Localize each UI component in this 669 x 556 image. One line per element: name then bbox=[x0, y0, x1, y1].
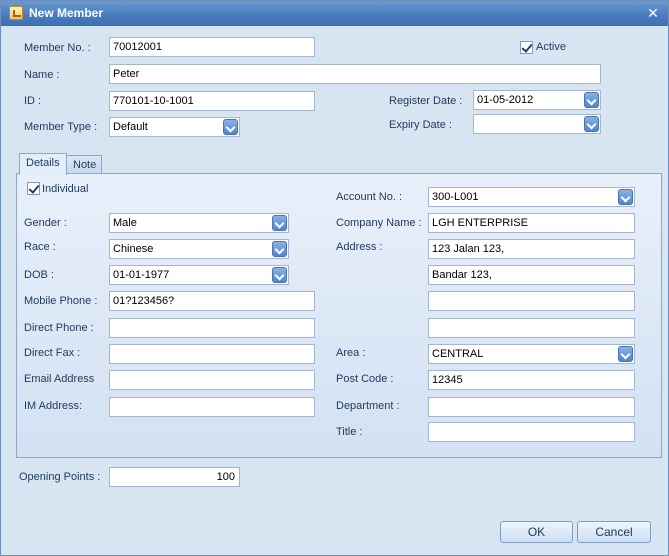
member-type-select[interactable]: Default bbox=[109, 117, 240, 137]
register-date-value: 01-05-2012 bbox=[477, 94, 534, 106]
post-code-input[interactable]: 12345 bbox=[428, 370, 635, 390]
area-select[interactable]: CENTRAL bbox=[428, 344, 635, 364]
cancel-button[interactable]: Cancel bbox=[577, 521, 651, 543]
department-input[interactable] bbox=[428, 397, 635, 417]
im-address-label: IM Address: bbox=[24, 400, 83, 412]
chevron-down-icon[interactable] bbox=[618, 346, 633, 362]
title-label: Title : bbox=[336, 426, 363, 438]
mobile-phone-input[interactable]: 01?123456? bbox=[109, 291, 315, 311]
race-select[interactable]: Chinese bbox=[109, 239, 289, 259]
address-line-1-input[interactable]: 123 Jalan 123, bbox=[428, 239, 635, 259]
area-value: CENTRAL bbox=[432, 348, 484, 360]
title-bar[interactable]: New Member ✕ bbox=[1, 1, 668, 26]
opening-points-input[interactable]: 100 bbox=[109, 467, 240, 487]
gender-label: Gender : bbox=[24, 217, 67, 229]
direct-fax-label: Direct Fax : bbox=[24, 347, 81, 359]
name-input[interactable]: Peter bbox=[109, 64, 601, 84]
direct-fax-input[interactable] bbox=[109, 344, 315, 364]
register-date-label: Register Date : bbox=[389, 95, 463, 107]
company-name-input[interactable]: LGH ENTERPRISE bbox=[428, 213, 635, 233]
ok-button[interactable]: OK bbox=[500, 521, 573, 543]
mobile-phone-label: Mobile Phone : bbox=[24, 295, 98, 307]
active-label: Active bbox=[536, 41, 566, 53]
race-label: Race : bbox=[24, 241, 56, 253]
address-line-2-input[interactable]: Bandar 123, bbox=[428, 265, 635, 285]
account-no-value: 300-L001 bbox=[432, 191, 479, 203]
close-icon[interactable]: ✕ bbox=[644, 4, 662, 22]
chevron-down-icon[interactable] bbox=[223, 119, 238, 135]
id-input[interactable]: 770101-10-1001 bbox=[109, 91, 315, 111]
new-member-window-icon bbox=[9, 6, 23, 20]
chevron-down-icon[interactable] bbox=[272, 215, 287, 231]
member-no-label: Member No. : bbox=[24, 42, 91, 54]
chevron-down-icon[interactable] bbox=[618, 189, 633, 205]
email-address-label: Email Address bbox=[24, 373, 95, 385]
title-input[interactable] bbox=[428, 422, 635, 442]
member-type-value: Default bbox=[113, 121, 148, 133]
post-code-label: Post Code : bbox=[336, 373, 394, 385]
account-no-label: Account No. : bbox=[336, 191, 403, 203]
member-type-label: Member Type : bbox=[24, 121, 98, 133]
tab-note[interactable]: Note bbox=[66, 155, 102, 175]
address-label: Address : bbox=[336, 241, 383, 253]
direct-phone-label: Direct Phone : bbox=[24, 322, 94, 334]
chevron-down-icon[interactable] bbox=[272, 267, 287, 283]
dob-picker[interactable]: 01-01-1977 bbox=[109, 265, 289, 285]
dob-value: 01-01-1977 bbox=[113, 269, 170, 281]
new-member-dialog: New Member ✕ Member No. : 70012001 Activ… bbox=[0, 0, 669, 556]
direct-phone-input[interactable] bbox=[109, 318, 315, 338]
opening-points-label: Opening Points : bbox=[19, 471, 101, 483]
chevron-down-icon[interactable] bbox=[272, 241, 287, 257]
individual-checkbox[interactable] bbox=[27, 182, 40, 195]
chevron-down-icon[interactable] bbox=[584, 92, 599, 108]
chevron-down-icon[interactable] bbox=[584, 116, 599, 132]
department-label: Department : bbox=[336, 400, 400, 412]
id-label: ID : bbox=[24, 95, 42, 107]
address-line-4-input[interactable] bbox=[428, 318, 635, 338]
expiry-date-label: Expiry Date : bbox=[389, 119, 452, 131]
name-label: Name : bbox=[24, 69, 60, 81]
email-address-input[interactable] bbox=[109, 370, 315, 390]
race-value: Chinese bbox=[113, 243, 154, 255]
company-name-label: Company Name : bbox=[336, 217, 422, 229]
area-label: Area : bbox=[336, 347, 366, 359]
gender-select[interactable]: Male bbox=[109, 213, 289, 233]
dob-label: DOB : bbox=[24, 269, 54, 281]
expiry-date-picker[interactable] bbox=[473, 114, 601, 134]
member-no-input[interactable]: 70012001 bbox=[109, 37, 315, 57]
account-no-select[interactable]: 300-L001 bbox=[428, 187, 635, 207]
im-address-input[interactable] bbox=[109, 397, 315, 417]
address-line-3-input[interactable] bbox=[428, 291, 635, 311]
tab-details[interactable]: Details bbox=[19, 153, 67, 175]
window-title: New Member bbox=[29, 6, 104, 20]
active-checkbox[interactable] bbox=[520, 41, 533, 54]
gender-value: Male bbox=[113, 217, 137, 229]
individual-label: Individual bbox=[42, 183, 89, 195]
register-date-picker[interactable]: 01-05-2012 bbox=[473, 90, 601, 110]
